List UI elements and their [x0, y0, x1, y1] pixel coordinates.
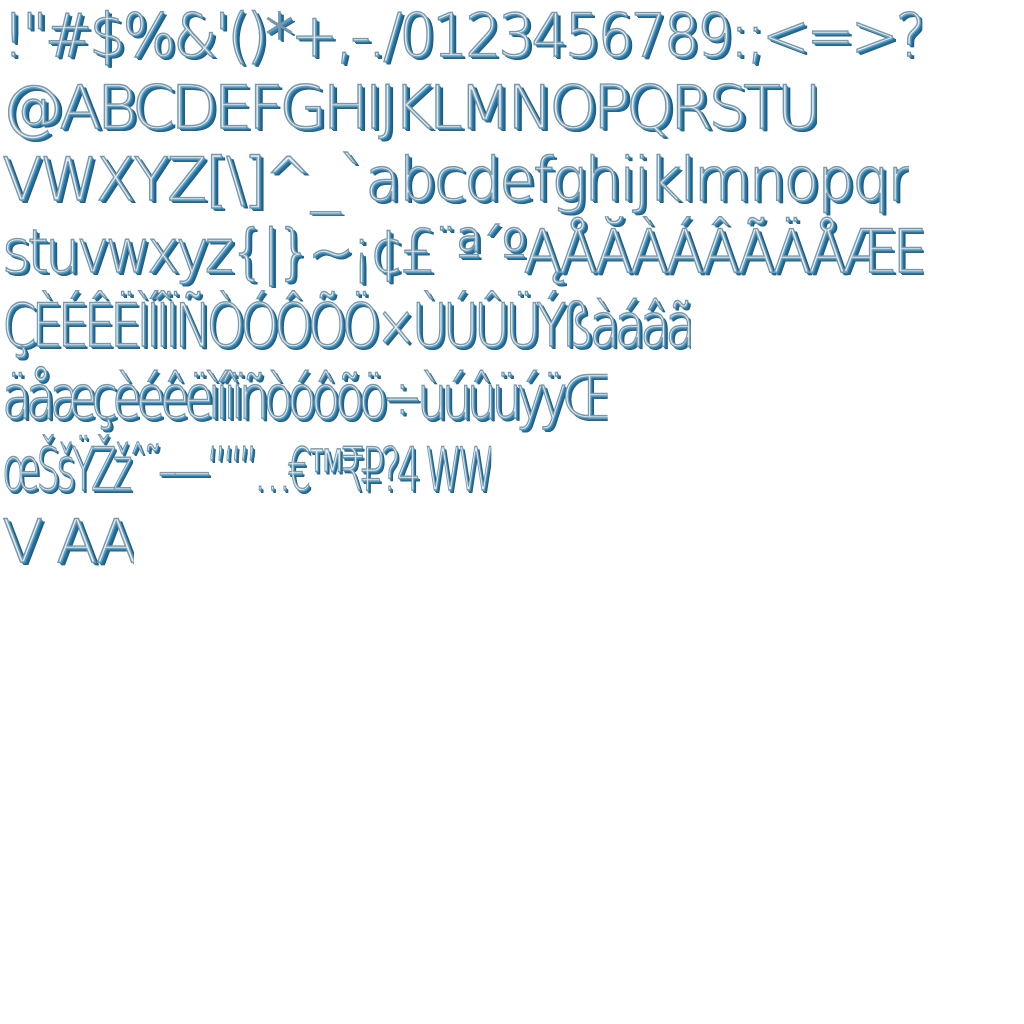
glyph-row-1: !"#$%&'()*+,-./0123456789:;<=>?: [2, 0, 923, 71]
glyph-row-2: @ABCDEFGHIJKLMNOPQRSTU: [2, 72, 818, 143]
glyph-row-3: VWXYZ[\]^_`abcdefghijklmnopqr: [2, 144, 910, 215]
glyph-row-7: œŠšŸŽžˆ˜–—‘’“”…€™₹₽?4 WW: [2, 434, 491, 505]
glyph-sheet: !"#$%&'()*+,-./0123456789:;<=>? @ABCDEFG…: [0, 0, 1024, 1024]
glyph-row-6: äåæçèéêëìíîïñòóôõö÷ùúûüýÿŒ: [2, 362, 608, 433]
glyph-row-4: stuvwxyz{|}~¡¢£¨ª´ºĄÅĂÀÁÂÃÄÅÆE: [2, 216, 924, 287]
glyph-row-8: V AA: [2, 506, 134, 577]
glyph-row-5: ÇÈÉÊËÌÍÎÏÑÒÓÔÕÖ×ÙÚÛÜÝßàáâã: [2, 290, 691, 361]
